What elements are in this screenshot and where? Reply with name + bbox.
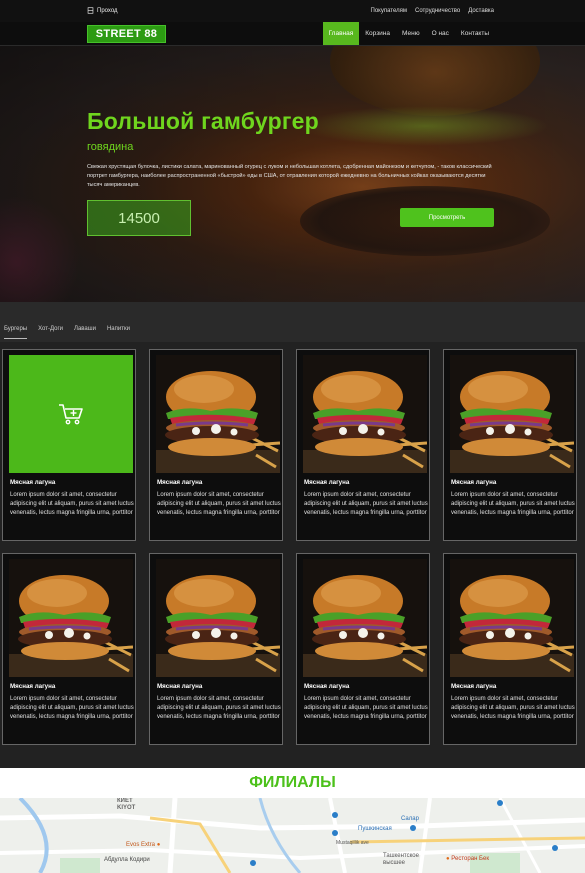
- product-card[interactable]: Мясная лагуна Lorem ipsum dolor sit amet…: [443, 349, 577, 541]
- product-title: Мясная лагуна: [10, 479, 56, 486]
- restaurant-icon: ●: [446, 856, 450, 862]
- branches-section: ФИЛИАЛЫ: [0, 768, 585, 798]
- logo[interactable]: STREET 88: [87, 25, 166, 43]
- tab-burgers[interactable]: Бургеры: [4, 326, 28, 339]
- category-tabs: Бургеры Хот-Доги Лаваши Напитки: [4, 326, 130, 339]
- product-description: Lorem ipsum dolor sit amet, consectetur …: [157, 492, 281, 516]
- product-card[interactable]: Мясная лагуна Lorem ipsum dolor sit amet…: [443, 553, 577, 745]
- product-image: [450, 559, 574, 677]
- product-description: Lorem ipsum dolor sit amet, consectetur …: [10, 696, 134, 720]
- map-poi-restaurant-bek-label: Ресторан Бек: [451, 856, 489, 862]
- toplink-partnership[interactable]: Сотрудничество: [415, 8, 460, 14]
- burger-image: [303, 559, 427, 677]
- hero-banner: Большой гамбургер говядина Свежая хрустя…: [0, 46, 585, 302]
- map-street-label: Абдулла Кодири: [104, 857, 150, 863]
- product-image: [156, 355, 280, 473]
- product-description: Lorem ipsum dolor sit amet, consectetur …: [451, 492, 575, 516]
- map-avenue-label: Mustaqillik ave: [336, 840, 369, 846]
- product-card[interactable]: Мясная лагуна Lorem ipsum dolor sit amet…: [149, 553, 283, 745]
- nav-item-contacts[interactable]: Контакты: [455, 22, 495, 45]
- map-metro-label: Пушкинская: [358, 826, 392, 832]
- product-description: Lorem ipsum dolor sit amet, consectetur …: [304, 492, 428, 516]
- toplink-delivery[interactable]: Доставка: [468, 8, 494, 14]
- restaurant-icon: ●: [156, 842, 161, 848]
- product-image-add-to-cart[interactable]: [9, 355, 133, 473]
- branches-map[interactable]: КИЕТ KIYOT Evos Extra ● Абдулла Кодири П…: [0, 798, 585, 873]
- top-links: Покупателям Сотрудничество Доставка: [371, 8, 494, 14]
- product-card[interactable]: Мясная лагуна Lorem ipsum dolor sit amet…: [149, 349, 283, 541]
- nav-item-about[interactable]: О нас: [426, 22, 455, 45]
- nav-item-cart[interactable]: Корзина: [359, 22, 396, 45]
- hero-subtitle: говядина: [87, 141, 134, 153]
- product-title: Мясная лагуна: [304, 683, 350, 690]
- product-image: [156, 559, 280, 677]
- login-label: Проход: [97, 7, 118, 14]
- login-icon: [87, 7, 94, 14]
- product-title: Мясная лагуна: [304, 479, 350, 486]
- product-title: Мясная лагуна: [157, 683, 203, 690]
- hero-price: 14500: [87, 200, 191, 236]
- main-navbar: STREET 88 Главная Корзина Меню О нас Кон…: [0, 22, 585, 46]
- top-bar: Проход Покупателям Сотрудничество Достав…: [0, 0, 585, 22]
- map-poi-evos-label: Evos Extra: [126, 842, 156, 848]
- map-poi-evos[interactable]: Evos Extra ●: [126, 842, 160, 848]
- hero-description: Свежая хрустящая булочка, листики салата…: [87, 164, 492, 188]
- burger-image: [450, 559, 574, 677]
- product-image: [303, 355, 427, 473]
- product-image: [9, 559, 133, 677]
- burger-image: [9, 559, 133, 677]
- product-title: Мясная лагуна: [451, 683, 497, 690]
- product-description: Lorem ipsum dolor sit amet, consectetur …: [451, 696, 575, 720]
- product-card[interactable]: Мясная лагуна Lorem ipsum dolor sit amet…: [2, 553, 136, 745]
- product-description: Lorem ipsum dolor sit amet, consectetur …: [304, 696, 428, 720]
- hero-title: Большой гамбургер: [87, 108, 319, 134]
- tab-drinks[interactable]: Напитки: [107, 326, 130, 339]
- product-title: Мясная лагуна: [157, 479, 203, 486]
- product-image: [303, 559, 427, 677]
- burger-image: [450, 355, 574, 473]
- product-image: [450, 355, 574, 473]
- product-title: Мясная лагуна: [451, 479, 497, 486]
- burger-image: [156, 355, 280, 473]
- branches-title: ФИЛИАЛЫ: [249, 774, 336, 791]
- product-description: Lorem ipsum dolor sit amet, consectetur …: [10, 492, 134, 516]
- product-card[interactable]: Мясная лагуна Lorem ipsum dolor sit amet…: [296, 553, 430, 745]
- toplink-customers[interactable]: Покупателям: [371, 8, 408, 14]
- product-title: Мясная лагуна: [10, 683, 56, 690]
- map-district-label: КИЕТ KIYOT: [117, 798, 136, 811]
- nav-item-home[interactable]: Главная: [322, 22, 360, 45]
- product-card[interactable]: Мясная лагуна Lorem ipsum dolor sit amet…: [2, 349, 136, 541]
- product-grid: Мясная лагуна Lorem ipsum dolor sit amet…: [0, 342, 585, 768]
- nav-item-menu[interactable]: Меню: [396, 22, 426, 45]
- map-poi-restaurant-bek[interactable]: ● Ресторан Бек: [446, 856, 489, 862]
- tab-lavash[interactable]: Лаваши: [74, 326, 96, 339]
- add-to-cart-icon[interactable]: [58, 402, 84, 426]
- map-roads: [0, 798, 585, 873]
- page: Проход Покупателям Сотрудничество Достав…: [0, 0, 585, 873]
- burger-image: [156, 559, 280, 677]
- burger-image: [303, 355, 427, 473]
- product-description: Lorem ipsum dolor sit amet, consectetur …: [157, 696, 281, 720]
- view-button[interactable]: Просмотреть: [400, 208, 494, 227]
- category-tabs-bar: Бургеры Хот-Доги Лаваши Напитки: [0, 302, 585, 342]
- map-place-label: Ташкентское высшее: [383, 853, 419, 866]
- product-card[interactable]: Мясная лагуна Lorem ipsum dolor sit amet…: [296, 349, 430, 541]
- map-metro-label: Салар: [401, 816, 419, 822]
- main-nav: Главная Корзина Меню О нас Контакты: [322, 22, 496, 45]
- login-link[interactable]: Проход: [87, 7, 118, 14]
- tab-hotdogs[interactable]: Хот-Доги: [38, 326, 63, 339]
